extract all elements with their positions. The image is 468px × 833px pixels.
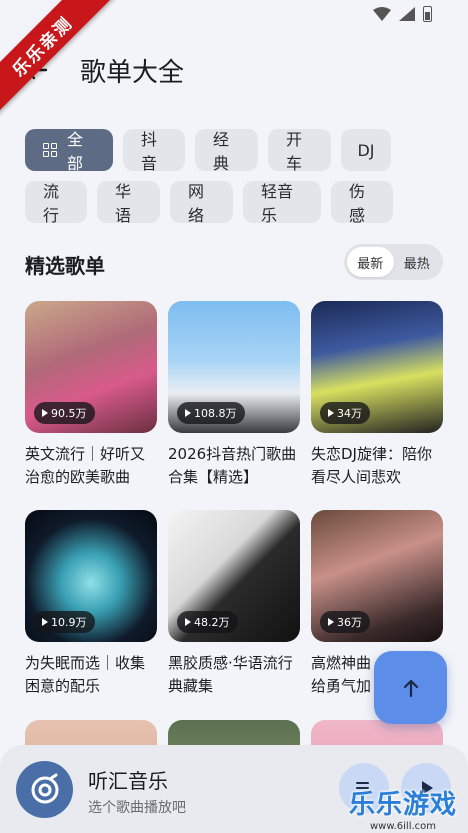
chip-driving[interactable]: 开车 — [268, 129, 331, 173]
player-subtitle: 选个歌曲播放吧 — [88, 800, 186, 816]
chip-sad[interactable]: 伤感 — [331, 181, 393, 225]
playlist-card[interactable]: 10.9万 为失眠而选｜收集困意的配乐 — [25, 510, 157, 698]
wifi-icon — [373, 7, 391, 21]
playlist-cover: 48.2万 — [168, 510, 300, 642]
chip-douyin[interactable]: 抖音 — [123, 129, 185, 173]
playlist-cover: 10.9万 — [25, 510, 157, 642]
signal-icon — [399, 7, 415, 21]
playlist-card[interactable]: 48.2万 黑胶质感·华语流行典藏集 — [168, 510, 300, 698]
sort-hot-button[interactable]: 最热 — [394, 247, 441, 277]
chip-chinese[interactable]: 华语 — [97, 181, 160, 225]
chip-classic[interactable]: 经典 — [195, 129, 258, 173]
page-title: 歌单大全 — [80, 58, 185, 88]
play-icon — [42, 618, 48, 626]
playlist-title: 英文流行｜好听又治愈的欧美歌曲 — [25, 445, 146, 486]
play-icon — [42, 409, 48, 417]
playlist-title: 为失眠而选｜收集困意的配乐 — [25, 654, 146, 695]
grid-icon — [43, 143, 57, 157]
playlist-title: 黑胶质感·华语流行典藏集 — [168, 654, 293, 695]
chip-network[interactable]: 网络 — [170, 181, 233, 225]
playlist-title: 高燃神曲给勇气加 — [311, 654, 372, 695]
chip-light-music[interactable]: 轻音乐 — [243, 181, 321, 225]
app-logo-icon — [16, 761, 73, 818]
battery-icon — [423, 6, 432, 22]
scroll-to-top-button[interactable] — [374, 651, 447, 724]
playlist-card[interactable]: 34万 失恋DJ旋律：陪你看尽人间悲欢 — [311, 301, 443, 489]
header: 歌单大全 — [0, 50, 468, 90]
play-count-badge: 34万 — [320, 402, 370, 424]
play-icon — [185, 618, 191, 626]
chip-all[interactable]: 全部 — [25, 129, 113, 173]
sort-toggle: 最新 最热 — [344, 244, 443, 280]
play-count-badge: 48.2万 — [177, 611, 238, 633]
play-count-badge: 108.8万 — [177, 402, 245, 424]
play-icon — [328, 618, 334, 626]
play-count-badge: 36万 — [320, 611, 370, 633]
playlist-title: 2026抖音热门歌曲合集【精选】 — [168, 445, 297, 486]
playlist-card[interactable]: 90.5万 英文流行｜好听又治愈的欧美歌曲 — [25, 301, 157, 489]
play-count-badge: 10.9万 — [34, 611, 95, 633]
playlist-cover: 90.5万 — [25, 301, 157, 433]
playlist-cover: 34万 — [311, 301, 443, 433]
category-chips-row-1: 全部 抖音 经典 开车 DJ — [25, 129, 391, 173]
watermark: 乐乐游戏 www.6ill.com — [348, 790, 457, 832]
playlist-title: 失恋DJ旋律：陪你看尽人间悲欢 — [311, 445, 432, 486]
mini-player[interactable]: 听汇音乐 选个歌曲播放吧 乐乐游戏 www.6ill.com — [0, 745, 468, 833]
play-icon — [185, 409, 191, 417]
play-icon — [328, 409, 334, 417]
category-chips-row-2: 流行 华语 网络 轻音乐 伤感 — [25, 181, 393, 225]
section-title: 精选歌单 — [25, 254, 105, 278]
play-count-badge: 90.5万 — [34, 402, 95, 424]
player-app-name: 听汇音乐 — [88, 769, 168, 793]
playlist-cover: 36万 — [311, 510, 443, 642]
arrow-up-icon — [403, 679, 418, 697]
chip-dj[interactable]: DJ — [341, 129, 391, 171]
sort-latest-button[interactable]: 最新 — [347, 247, 394, 277]
playlist-card[interactable]: 108.8万 2026抖音热门歌曲合集【精选】 — [168, 301, 300, 489]
playlist-cover: 108.8万 — [168, 301, 300, 433]
chip-pop[interactable]: 流行 — [25, 181, 87, 225]
